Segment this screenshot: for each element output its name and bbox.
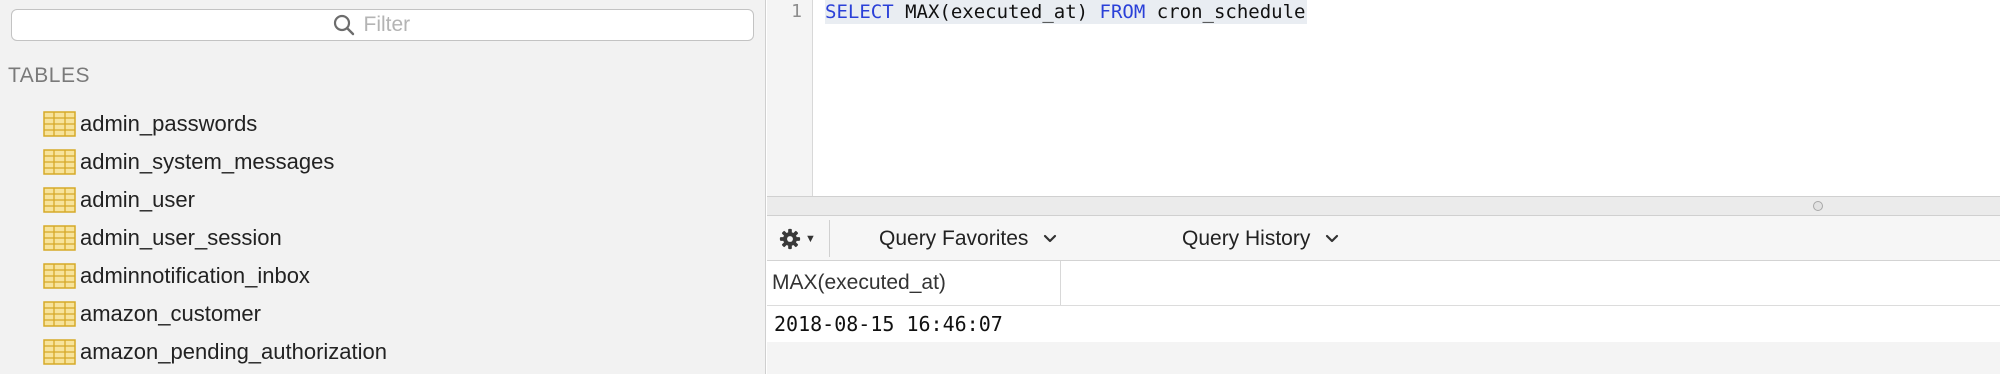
table-name: admin_user_session — [80, 225, 282, 250]
query-favorites-label: Query Favorites — [879, 227, 1029, 250]
table-grid-icon — [43, 263, 76, 289]
table-cell[interactable]: 2018-08-15 16:46:07 — [774, 306, 1003, 342]
column-header[interactable]: MAX(executed_at) — [767, 261, 1061, 305]
gear-icon — [779, 228, 801, 250]
filter-field[interactable] — [11, 9, 754, 41]
table-item[interactable]: admin_system_messages — [0, 143, 766, 181]
sql-table-name: cron_schedule — [1145, 1, 1306, 23]
gear-menu-button[interactable]: ▼ — [779, 227, 825, 251]
table-item[interactable]: adminnotification_inbox — [0, 257, 766, 295]
line-gutter: 1 — [767, 0, 813, 196]
table-name: amazon_pending_authorization — [80, 339, 388, 364]
sidebar: TABLES admin_passwords admin_system_mess… — [0, 0, 766, 374]
search-icon — [332, 13, 356, 37]
tables-section-title: TABLES — [8, 64, 90, 87]
filter-input[interactable] — [363, 13, 434, 37]
query-history-dropdown[interactable]: Query History — [1182, 224, 1340, 254]
sql-keyword-select: SELECT — [825, 1, 894, 23]
table-name: admin_user — [80, 187, 195, 212]
toolbar-divider — [829, 220, 830, 257]
table-name: amazon_customer — [80, 301, 261, 326]
sql-expression: MAX(executed_at) — [893, 1, 1100, 23]
table-list: admin_passwords admin_system_messages ad… — [0, 105, 766, 371]
table-item[interactable]: admin_user — [0, 181, 766, 219]
table-name: admin_passwords — [80, 111, 258, 136]
table-name: admin_system_messages — [80, 149, 335, 174]
table-grid-icon — [43, 111, 76, 137]
table-grid-icon — [43, 187, 76, 213]
query-editor[interactable]: 1 SELECT MAX(executed_at) FROM cron_sche… — [767, 0, 2000, 196]
splitter-handle[interactable] — [1813, 201, 1823, 211]
table-grid-icon — [43, 149, 76, 175]
query-toolbar: ▼ Query Favorites Query History — [767, 216, 2000, 261]
table-item[interactable]: amazon_customer — [0, 295, 766, 333]
code-line[interactable]: SELECT MAX(executed_at) FROM cron_schedu… — [825, 0, 1308, 24]
chevron-down-icon — [1044, 234, 1057, 243]
table-grid-icon — [43, 301, 76, 327]
table-item[interactable]: amazon_pending_authorization — [0, 333, 766, 371]
line-number: 1 — [791, 1, 802, 22]
results-empty-area — [767, 342, 2000, 374]
table-item[interactable]: admin_passwords — [0, 105, 766, 143]
table-row[interactable]: 2018-08-15 16:46:07 — [767, 306, 2000, 342]
table-item[interactable]: admin_user_session — [0, 219, 766, 257]
query-history-label: Query History — [1182, 227, 1311, 250]
table-grid-icon — [43, 339, 76, 365]
sql-keyword-from: FROM — [1099, 1, 1146, 23]
query-favorites-dropdown[interactable]: Query Favorites — [879, 224, 1058, 254]
pane-splitter[interactable] — [767, 196, 2000, 216]
chevron-down-icon — [1326, 234, 1339, 243]
table-name: adminnotification_inbox — [80, 263, 310, 288]
results-header: MAX(executed_at) — [767, 261, 2000, 306]
caret-down-icon: ▼ — [805, 233, 816, 245]
table-grid-icon — [43, 225, 76, 251]
